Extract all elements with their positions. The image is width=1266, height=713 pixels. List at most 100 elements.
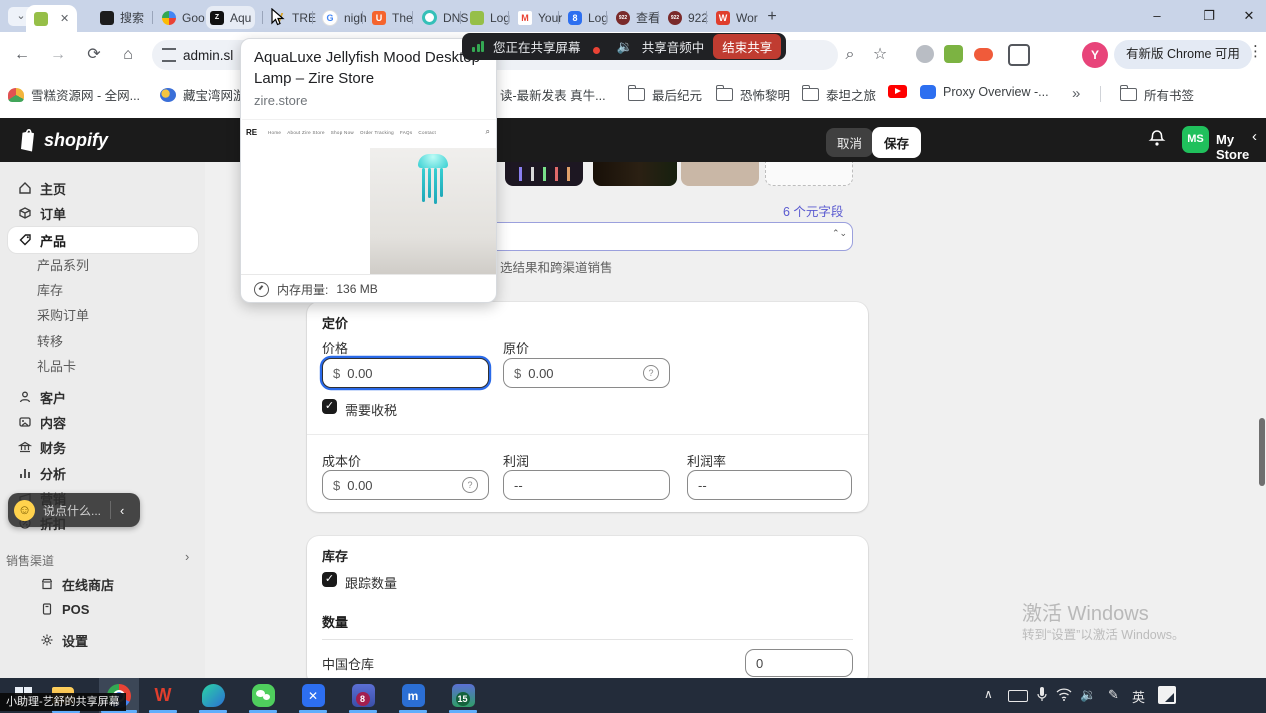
bookmark-item[interactable]: 雪糕资源网 - 全网... (8, 85, 140, 104)
browser-tab-6[interactable]: UThe (368, 6, 417, 29)
sidebar-item-purchase-orders[interactable]: 采购订单 (37, 304, 89, 324)
sidebar-item-customers[interactable]: 客户 (18, 387, 66, 407)
volume-icon[interactable]: 🔉 (1080, 687, 1096, 703)
sidebar-item-orders[interactable]: 订单 (18, 203, 66, 223)
browser-tab-2[interactable]: Goo (158, 6, 209, 29)
extensions-puzzle-icon[interactable] (1008, 44, 1030, 66)
sidebar-item-collections[interactable]: 产品系列 (37, 254, 89, 274)
widget-collapse-icon[interactable]: ‹ (120, 503, 124, 518)
page-scrollbar-thumb[interactable] (1259, 418, 1265, 486)
browser-tab-3-hovered[interactable]: ZAqu (206, 6, 255, 29)
bookmark-folder[interactable]: 恐怖黎明 (716, 85, 790, 104)
extension-vpn-icon[interactable] (916, 45, 934, 63)
browser-tab-11[interactable]: 922查看 (612, 6, 664, 29)
sidebar-item-inventory[interactable]: 库存 (37, 279, 63, 299)
product-media-thumbnail[interactable] (593, 162, 677, 186)
taskbar-wps[interactable]: W (150, 683, 176, 708)
browser-tab-7[interactable]: DNS (418, 6, 472, 29)
pen-icon[interactable]: ✎ (1108, 687, 1119, 703)
chrome-update-button[interactable]: 有新版 Chrome 可用 (1114, 40, 1252, 69)
taskbar-wechat[interactable] (250, 683, 276, 708)
tray-expand-chevron-icon[interactable]: ∧ (984, 687, 993, 701)
all-bookmarks-folder[interactable]: 所有书签 (1120, 85, 1194, 104)
taskbar-meeting[interactable]: m (400, 683, 426, 708)
compare-price-input[interactable]: $ 0.00 ? (503, 358, 670, 388)
wifi-icon[interactable] (1056, 688, 1072, 701)
sidebar-item-content[interactable]: 内容 (18, 412, 66, 432)
cost-input[interactable]: $ 0.00 ? (322, 470, 489, 500)
bookmark-item[interactable]: Proxy Overview -... (920, 85, 1049, 99)
ime-language-indicator[interactable]: 英 (1132, 687, 1145, 706)
microphone-icon[interactable] (1036, 686, 1048, 704)
header-collapse-chevron-icon[interactable]: ‹ (1252, 128, 1257, 145)
shopify-logo[interactable]: shopify (16, 128, 108, 152)
forward-icon[interactable]: → (46, 43, 70, 67)
browser-tab-1[interactable]: 搜索 (96, 6, 148, 29)
browser-tab-12[interactable]: 922922 (664, 6, 712, 29)
window-close-button[interactable]: ✕ (1232, 4, 1266, 28)
price-input[interactable]: $ 0.00 (322, 358, 489, 388)
taskbar-calendar-15[interactable]: 15 (450, 683, 476, 708)
home-icon[interactable]: ⌂ (116, 43, 140, 67)
touch-keyboard-icon[interactable] (1158, 686, 1176, 704)
charge-tax-checkbox[interactable]: ✓ (322, 399, 337, 414)
stop-sharing-button[interactable]: 结束共享 (713, 34, 781, 59)
assistant-smiley-icon[interactable]: ☺ (14, 500, 35, 521)
reload-icon[interactable]: ⟳ (82, 43, 106, 67)
tab-close-icon[interactable]: ✕ (60, 12, 69, 25)
sidebar-item-pos[interactable]: POS (40, 599, 89, 619)
notifications-bell-icon[interactable] (1146, 128, 1168, 150)
bookmark-star-icon[interactable]: ☆ (868, 43, 892, 67)
profit-input[interactable]: -- (503, 470, 670, 500)
sidebar-item-finance[interactable]: 财务 (18, 437, 66, 457)
taskbar-calendar-8[interactable]: 8 (350, 683, 376, 708)
assistant-placeholder[interactable]: 说点什么... (43, 502, 101, 519)
metafields-link[interactable]: 6 个元字段 (783, 201, 843, 220)
cancel-button[interactable]: 取消 (826, 128, 873, 157)
save-button[interactable]: 保存 (872, 127, 921, 158)
store-avatar[interactable]: MS (1182, 126, 1209, 153)
bookmark-item[interactable] (888, 85, 907, 98)
zoom-icon[interactable]: ⌕ (838, 43, 862, 67)
site-settings-icon[interactable] (162, 48, 176, 62)
store-name[interactable]: My Store (1216, 132, 1266, 162)
browser-tab-13[interactable]: WWor (712, 6, 762, 29)
back-icon[interactable]: ← (10, 43, 34, 67)
sidebar-item-online-store[interactable]: 在线商店 (40, 574, 114, 594)
track-quantity-checkbox[interactable]: ✓ (322, 572, 337, 587)
bookmarks-overflow-chevron[interactable]: » (1072, 85, 1080, 102)
assistant-widget[interactable]: ☺ 说点什么... ‹ (8, 493, 140, 527)
browser-menu-icon[interactable]: ⋮ (1248, 42, 1263, 60)
quantity-input[interactable]: 0 (745, 649, 853, 677)
browser-tab-active[interactable]: ✕ (26, 5, 77, 32)
sidebar-item-gift-cards[interactable]: 礼品卡 (37, 355, 76, 375)
browser-tab-8[interactable]: Log (466, 6, 514, 29)
product-media-thumbnail[interactable] (681, 162, 759, 186)
sales-channels-chevron-icon[interactable]: › (185, 549, 189, 564)
bookmark-item[interactable]: 读-最新发表 真牛... (500, 85, 606, 104)
charge-tax-label: 需要收税 (345, 400, 397, 419)
battery-icon[interactable] (1008, 690, 1028, 702)
browser-tab-10[interactable]: 8Log (564, 6, 612, 29)
sidebar-item-settings[interactable]: 设置 (40, 630, 88, 650)
help-icon[interactable]: ? (643, 365, 659, 381)
sidebar-item-products[interactable]: 产品 (18, 230, 66, 250)
sidebar-item-analytics[interactable]: 分析 (18, 463, 66, 483)
extension-glasses-icon[interactable] (944, 45, 963, 63)
product-media-thumbnail[interactable] (505, 162, 583, 186)
window-minimize-button[interactable]: – (1140, 4, 1174, 28)
bookmark-folder[interactable]: 泰坦之旅 (802, 85, 876, 104)
bookmark-item[interactable]: 藏宝湾网游 (160, 85, 246, 104)
window-restore-button[interactable]: ❐ (1192, 4, 1226, 28)
add-media-placeholder[interactable] (765, 162, 853, 186)
new-tab-button[interactable]: + (760, 6, 784, 28)
taskbar-docs[interactable]: ✕ (300, 683, 326, 708)
extension-cloud-icon[interactable] (974, 48, 993, 61)
sidebar-item-transfers[interactable]: 转移 (37, 330, 63, 350)
help-icon[interactable]: ? (462, 477, 478, 493)
bookmark-folder[interactable]: 最后纪元 (628, 85, 702, 104)
taskbar-voov[interactable] (200, 683, 226, 708)
profile-avatar[interactable]: Y (1082, 42, 1108, 68)
sidebar-item-home[interactable]: 主页 (18, 178, 66, 198)
margin-input[interactable]: -- (687, 470, 852, 500)
